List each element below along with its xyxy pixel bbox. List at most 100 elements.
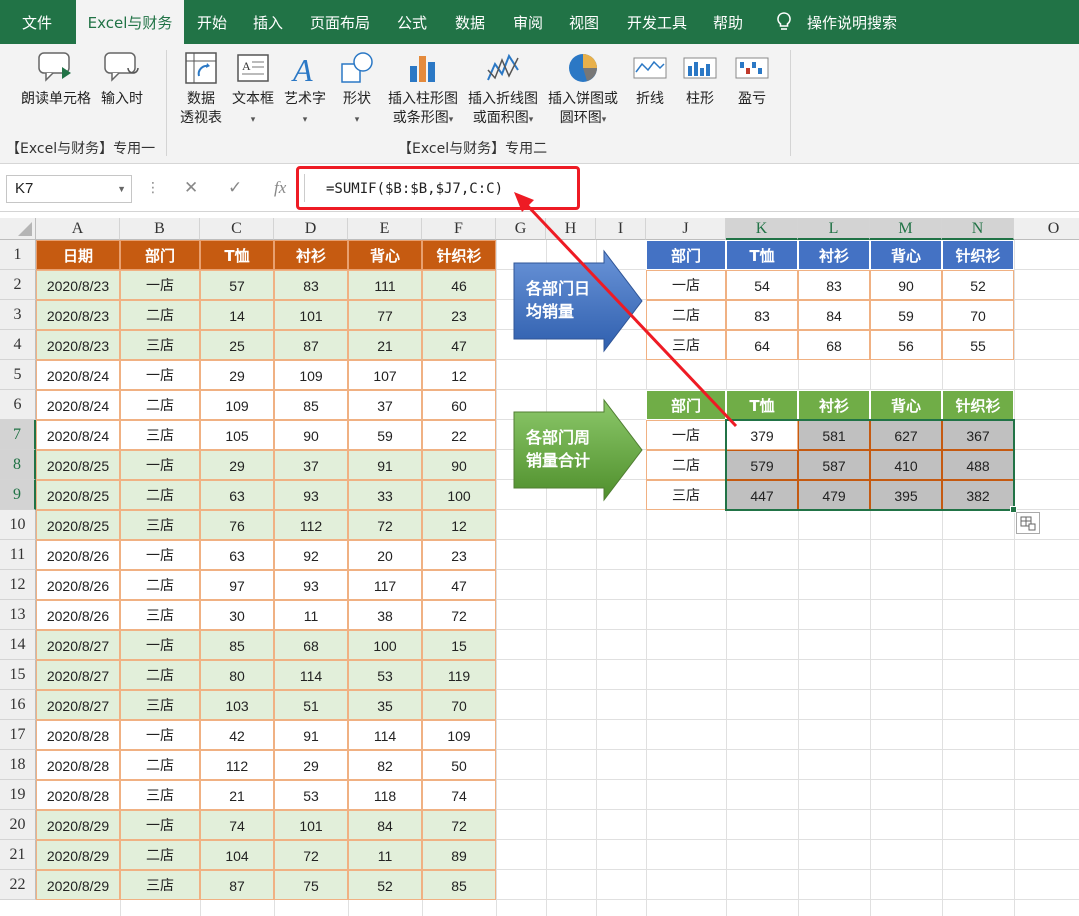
read-cell-button[interactable]: 朗读单元格 (16, 50, 96, 109)
table-cell[interactable]: 118 (348, 780, 422, 810)
table-header-cell[interactable]: 针织衫 (422, 240, 496, 270)
table-cell[interactable]: 112 (200, 750, 274, 780)
column-header[interactable]: N (942, 218, 1014, 240)
row-header[interactable]: 21 (0, 840, 36, 870)
weekly-cell[interactable]: 587 (798, 450, 870, 480)
table-cell[interactable]: 2020/8/26 (36, 540, 120, 570)
table-cell[interactable]: 93 (274, 570, 348, 600)
weekly-header-cell[interactable]: T恤 (726, 390, 798, 420)
table-cell[interactable]: 2020/8/28 (36, 750, 120, 780)
table-cell[interactable]: 2020/8/23 (36, 300, 120, 330)
column-header[interactable]: H (546, 218, 596, 240)
table-cell[interactable]: 63 (200, 540, 274, 570)
row-header[interactable]: 19 (0, 780, 36, 810)
table-cell[interactable]: 46 (422, 270, 496, 300)
table-cell[interactable]: 117 (348, 570, 422, 600)
table-cell[interactable]: 72 (348, 510, 422, 540)
tab-view[interactable]: 视图 (560, 0, 608, 44)
weekly-cell[interactable]: 627 (870, 420, 942, 450)
insert-bar-chart-button[interactable]: 插入柱形图 或条形图▾ (384, 50, 462, 130)
table-cell[interactable]: 2020/8/25 (36, 450, 120, 480)
table-cell[interactable]: 90 (274, 420, 348, 450)
table-cell[interactable]: 53 (274, 780, 348, 810)
table-header-cell[interactable]: T恤 (200, 240, 274, 270)
table-cell[interactable]: 47 (422, 570, 496, 600)
column-header[interactable]: D (274, 218, 348, 240)
table-cell[interactable]: 109 (274, 360, 348, 390)
table-cell[interactable]: 87 (200, 870, 274, 900)
daily-header-cell[interactable]: T恤 (726, 240, 798, 270)
table-header-cell[interactable]: 背心 (348, 240, 422, 270)
table-header-cell[interactable]: 日期 (36, 240, 120, 270)
table-cell[interactable]: 93 (274, 480, 348, 510)
table-cell[interactable]: 38 (348, 600, 422, 630)
table-cell[interactable]: 105 (200, 420, 274, 450)
column-header[interactable]: E (348, 218, 422, 240)
table-cell[interactable]: 三店 (120, 780, 200, 810)
row-header[interactable]: 15 (0, 660, 36, 690)
daily-cell[interactable]: 59 (870, 300, 942, 330)
tab-insert[interactable]: 插入 (246, 0, 290, 44)
table-cell[interactable]: 112 (274, 510, 348, 540)
table-cell[interactable]: 二店 (120, 660, 200, 690)
daily-cell[interactable]: 三店 (646, 330, 726, 360)
table-cell[interactable]: 三店 (120, 870, 200, 900)
cancel-icon[interactable]: ✕ (184, 178, 198, 198)
table-cell[interactable]: 23 (422, 540, 496, 570)
table-cell[interactable]: 119 (422, 660, 496, 690)
daily-cell[interactable]: 83 (798, 270, 870, 300)
table-header-cell[interactable]: 部门 (120, 240, 200, 270)
table-cell[interactable]: 一店 (120, 810, 200, 840)
pivot-table-button[interactable]: 数据 透视表 (176, 50, 226, 128)
table-cell[interactable]: 2020/8/29 (36, 810, 120, 840)
table-cell[interactable]: 74 (200, 810, 274, 840)
table-cell[interactable]: 109 (200, 390, 274, 420)
table-cell[interactable]: 11 (274, 600, 348, 630)
table-cell[interactable]: 90 (422, 450, 496, 480)
table-cell[interactable]: 111 (348, 270, 422, 300)
formula-input[interactable]: =SUMIF($B:$B,$J7,C:C) (326, 181, 503, 197)
row-header[interactable]: 13 (0, 600, 36, 630)
table-cell[interactable]: 二店 (120, 570, 200, 600)
table-cell[interactable]: 三店 (120, 510, 200, 540)
column-header[interactable]: C (200, 218, 274, 240)
table-cell[interactable]: 29 (200, 450, 274, 480)
table-cell[interactable]: 63 (200, 480, 274, 510)
enter-icon[interactable]: ✓ (228, 178, 242, 198)
daily-header-cell[interactable]: 背心 (870, 240, 942, 270)
table-cell[interactable]: 22 (422, 420, 496, 450)
table-cell[interactable]: 12 (422, 360, 496, 390)
row-header[interactable]: 18 (0, 750, 36, 780)
table-cell[interactable]: 97 (200, 570, 274, 600)
table-cell[interactable]: 70 (422, 690, 496, 720)
table-cell[interactable]: 二店 (120, 480, 200, 510)
table-cell[interactable]: 103 (200, 690, 274, 720)
table-cell[interactable]: 三店 (120, 330, 200, 360)
table-cell[interactable]: 85 (422, 870, 496, 900)
weekly-cell[interactable]: 二店 (646, 450, 726, 480)
daily-cell[interactable]: 二店 (646, 300, 726, 330)
row-header[interactable]: 10 (0, 510, 36, 540)
table-cell[interactable]: 84 (348, 810, 422, 840)
table-cell[interactable]: 2020/8/25 (36, 480, 120, 510)
table-cell[interactable]: 85 (274, 390, 348, 420)
tab-help[interactable]: 帮助 (704, 0, 752, 44)
table-cell[interactable]: 2020/8/29 (36, 870, 120, 900)
daily-cell[interactable]: 70 (942, 300, 1014, 330)
table-cell[interactable]: 85 (200, 630, 274, 660)
table-cell[interactable]: 一店 (120, 270, 200, 300)
weekly-cell[interactable]: 479 (798, 480, 870, 510)
table-cell[interactable]: 114 (348, 720, 422, 750)
table-cell[interactable]: 二店 (120, 840, 200, 870)
table-cell[interactable]: 14 (200, 300, 274, 330)
column-header[interactable]: L (798, 218, 870, 240)
row-header[interactable]: 17 (0, 720, 36, 750)
insert-function-icon[interactable]: fx (274, 178, 286, 198)
table-cell[interactable]: 114 (274, 660, 348, 690)
table-cell[interactable]: 二店 (120, 300, 200, 330)
table-cell[interactable]: 23 (422, 300, 496, 330)
tab-data[interactable]: 数据 (446, 0, 494, 44)
table-cell[interactable]: 二店 (120, 390, 200, 420)
table-cell[interactable]: 42 (200, 720, 274, 750)
daily-header-cell[interactable]: 针织衫 (942, 240, 1014, 270)
